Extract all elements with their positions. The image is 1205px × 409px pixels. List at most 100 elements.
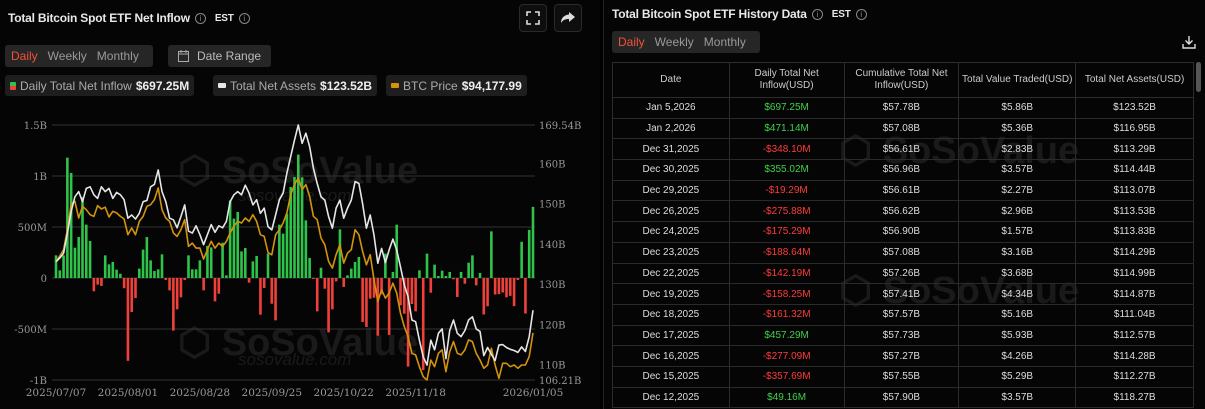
inflow-bar — [119, 273, 122, 278]
table-row: Dec 22,2025 -$142.19M $57.26B $3.68B $114.99… — [612, 263, 1194, 285]
inflow-bar — [490, 231, 493, 278]
left-axis-tick: -1B — [30, 376, 47, 387]
value-traded-cell: $1.57B — [958, 221, 1077, 243]
value-traded-cell: $3.16B — [958, 242, 1077, 264]
inflow-bar — [240, 251, 243, 278]
left-axis-tick: 500M — [18, 223, 47, 234]
table-row: Dec 30,2025 $355.02M $56.96B $3.57B $114.44B — [612, 159, 1194, 181]
inflow-bar — [414, 278, 417, 312]
inflow-bar — [134, 278, 137, 298]
right-axis-tick: 160B — [539, 159, 565, 170]
inflow-bar — [482, 278, 486, 315]
inflow-bar — [531, 206, 535, 278]
inflow-bar — [425, 253, 429, 278]
inflow-bar — [346, 275, 349, 278]
date-cell: Dec 12,2025 — [612, 387, 730, 409]
inflow-bar — [304, 220, 308, 278]
inflow-bar — [296, 154, 300, 278]
inflow-bar — [164, 278, 168, 281]
inflow-bar — [77, 236, 81, 278]
inflow-bar — [62, 255, 65, 278]
inflow-bar — [111, 261, 115, 278]
column-header[interactable]: Total Value Traded(USD) — [958, 62, 1077, 98]
inflow-bar — [368, 278, 372, 299]
inflow-bar — [319, 267, 323, 278]
inflow-bar — [266, 253, 270, 278]
inflow-bar — [376, 278, 380, 336]
inflow-bar — [327, 278, 330, 333]
inflow-bar — [262, 278, 266, 288]
inflow-bar — [137, 268, 141, 278]
date-cell: Jan 5,2026 — [612, 97, 730, 119]
inflow-bar — [168, 278, 171, 291]
cumulative-inflow-cell: $57.41B — [843, 283, 960, 305]
inflow-bar — [247, 278, 251, 283]
table-row: Dec 23,2025 -$188.64M $57.08B $3.16B $114.29… — [612, 242, 1194, 264]
right-axis-tick: 130B — [539, 280, 565, 291]
inflow-bar — [508, 278, 512, 296]
column-header[interactable]: Cumulative Total Net Inflow(USD) — [843, 62, 960, 98]
inflow-bar — [84, 224, 88, 278]
net-inflow-panel: Total Bitcoin Spot ETF Net Inflow i EST … — [0, 0, 600, 409]
inflow-bar — [505, 278, 508, 298]
value-traded-cell: $4.26B — [958, 345, 1077, 367]
tab-monthly[interactable]: Monthly — [704, 35, 746, 49]
timezone-info-icon[interactable]: i — [855, 8, 867, 20]
inflow-bar — [202, 278, 205, 291]
inflow-bar — [516, 278, 520, 280]
inflow-bar — [58, 270, 62, 278]
left-axis-tick: 1B — [33, 172, 47, 183]
inflow-bar — [471, 255, 474, 278]
column-header[interactable]: Total Net Assets(USD) — [1075, 62, 1194, 98]
inflow-bar — [160, 254, 164, 278]
left-axis-tick: 1.5B — [24, 121, 47, 132]
inflow-bar — [444, 275, 448, 278]
net-assets-cell: $114.87B — [1075, 283, 1194, 305]
net-assets-cell: $113.07B — [1075, 180, 1194, 202]
net-assets-cell: $113.53B — [1075, 200, 1194, 223]
inflow-bar — [448, 271, 452, 278]
column-header[interactable]: Date — [612, 62, 730, 98]
net-assets-cell: $113.29B — [1075, 138, 1194, 161]
daily-inflow-cell: $471.14M — [728, 118, 845, 140]
inflow-bar — [183, 278, 187, 281]
inflow-bar — [467, 262, 470, 278]
inflow-bar — [315, 278, 319, 312]
table-row: Dec 26,2025 -$275.88M $56.62B $2.96B $113.53… — [612, 200, 1194, 223]
table-scrollbar[interactable] — [1196, 62, 1201, 92]
inflow-bar — [122, 278, 126, 289]
right-axis-tick: 140B — [539, 240, 565, 251]
daily-inflow-cell: -$348.10M — [728, 138, 845, 161]
inflow-chart[interactable]: 1.5B 1B 500M 0 -500M -1B 169.54B 160B 150B 140B 13… — [0, 0, 600, 409]
download-icon[interactable] — [1182, 35, 1196, 49]
cumulative-inflow-cell: $56.90B — [843, 221, 960, 243]
tab-daily[interactable]: Daily — [618, 35, 645, 49]
tab-weekly[interactable]: Weekly — [655, 35, 694, 49]
value-traded-cell: $5.93B — [958, 325, 1077, 347]
net-assets-cell: $118.27B — [1075, 387, 1194, 409]
inflow-bar — [278, 224, 281, 278]
cumulative-inflow-cell: $57.90B — [843, 387, 960, 409]
inflow-bar — [145, 236, 149, 278]
column-header[interactable]: Daily Total Net Inflow(USD) — [728, 62, 845, 98]
inflow-bar — [308, 258, 311, 278]
date-cell: Dec 23,2025 — [612, 242, 730, 264]
inflow-bar — [342, 278, 346, 287]
inflow-bar — [100, 278, 103, 286]
right-axis-tick: 169.54B — [539, 121, 581, 132]
inflow-bar — [107, 264, 111, 278]
cumulative-inflow-cell: $57.78B — [843, 97, 960, 119]
period-tabs: Daily Weekly Monthly — [612, 31, 760, 53]
cumulative-inflow-cell: $57.57B — [843, 304, 960, 326]
inflow-bar — [255, 255, 258, 278]
timezone-label: EST — [831, 8, 851, 20]
inflow-bar — [73, 247, 77, 278]
daily-inflow-cell: -$142.19M — [728, 263, 845, 285]
inflow-bar — [452, 278, 455, 280]
net-assets-cell: $114.28B — [1075, 345, 1194, 367]
x-axis-tick: 2025/11/18 — [385, 387, 446, 399]
inflow-bar — [270, 278, 274, 304]
inflow-bar — [92, 278, 96, 292]
info-icon[interactable]: i — [811, 8, 823, 20]
inflow-bar — [217, 278, 221, 294]
